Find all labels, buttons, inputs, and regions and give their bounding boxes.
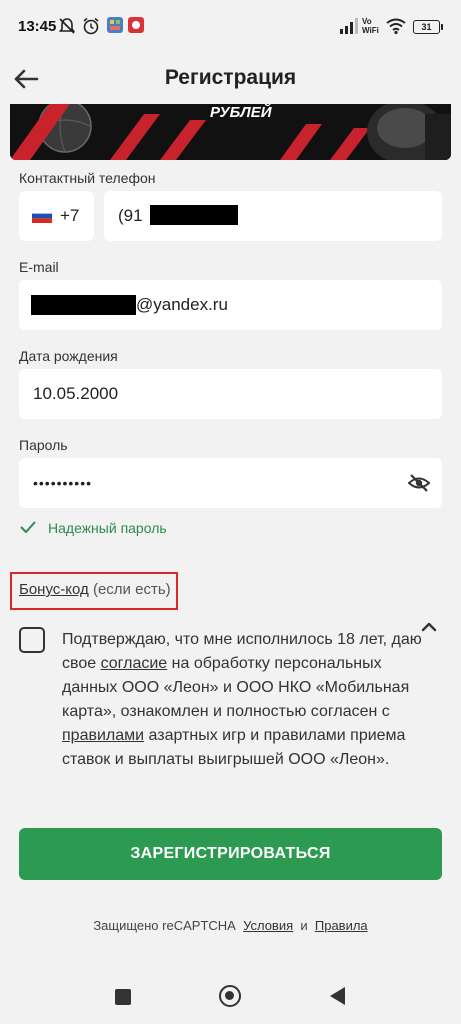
password-strength-text: Надежный пароль [48, 520, 167, 536]
password-input[interactable]: •••••••••• [19, 458, 442, 508]
recaptcha-and: и [300, 918, 308, 933]
page-title: Регистрация [164, 66, 297, 89]
recaptcha-text: Защищено reCAPTCHA [93, 918, 236, 933]
bonus-code-hint: (если есть) [92, 581, 171, 598]
birthdate-label: Дата рождения [19, 348, 118, 364]
phone-label: Контактный телефон [19, 170, 156, 186]
phone-input[interactable]: (91 [104, 191, 442, 241]
country-code-select[interactable]: +7 [19, 191, 94, 241]
recaptcha-notice: Защищено reCAPTCHA Условия и Правила [0, 918, 461, 933]
banner-text: РУБЛЕЙ [210, 104, 272, 121]
back-triangle-icon[interactable] [330, 987, 345, 1005]
password-label: Пароль [19, 437, 68, 453]
bonus-code-link[interactable]: Бонус-код (если есть) [19, 581, 171, 598]
password-strength: Надежный пароль [20, 520, 167, 536]
app-header: Регистрация [0, 54, 461, 104]
vowifi-label: Vo WiFi [362, 17, 379, 35]
russia-flag-icon [32, 209, 52, 223]
email-value: @yandex.ru [136, 295, 228, 314]
clock: 13:45 [18, 18, 57, 35]
chevron-up-icon[interactable] [420, 620, 438, 634]
signal-icon [340, 18, 358, 34]
birthdate-value: 10.05.2000 [33, 384, 119, 403]
birthdate-input[interactable]: 10.05.2000 [19, 369, 442, 419]
rules-link[interactable]: правилами [62, 727, 144, 744]
privacy-link[interactable]: Правила [315, 918, 368, 933]
email-input[interactable]: @yandex.ru [19, 280, 442, 330]
terms-link[interactable]: Условия [243, 918, 293, 933]
country-code: +7 [60, 206, 80, 225]
register-button[interactable]: ЗАРЕГИСТРИРОВАТЬСЯ [19, 828, 442, 880]
password-value: •••••••••• [33, 475, 93, 491]
status-bar: 13:45 Vo WiFi 31 [0, 0, 461, 54]
leon-notification-icon [128, 17, 144, 33]
wifi-icon [386, 18, 406, 34]
redaction-bar [31, 295, 136, 315]
battery-icon: 31 [413, 20, 443, 34]
consent-link[interactable]: согласие [101, 655, 168, 672]
check-icon [20, 521, 36, 533]
bonus-code-text[interactable]: Бонус-код [19, 581, 89, 598]
alarm-icon [83, 17, 99, 35]
email-label: E-mail [19, 259, 59, 275]
system-nav-bar [0, 970, 461, 1024]
recents-icon[interactable] [115, 989, 131, 1005]
phone-value: (91 [118, 206, 143, 225]
mute-icon [58, 18, 76, 34]
redaction-bar [150, 205, 238, 225]
promo-banner: РУБЛЕЙ [10, 104, 451, 160]
consent-text: Подтверждаю, что мне исполнилось 18 лет,… [62, 628, 422, 772]
consent-checkbox[interactable] [19, 627, 45, 653]
eye-off-icon[interactable] [408, 473, 430, 493]
app-notification-icon [107, 17, 123, 33]
home-icon[interactable] [219, 985, 241, 1007]
